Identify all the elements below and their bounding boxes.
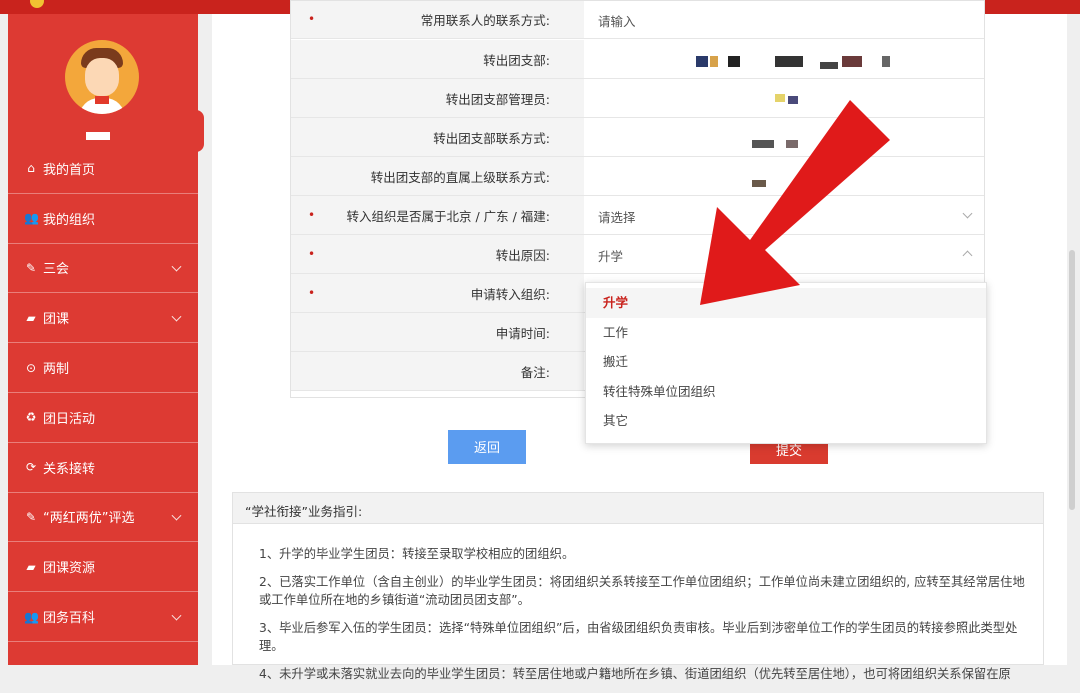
form-label: 转入组织是否属于北京 / 广东 / 福建: (346, 209, 550, 224)
form-label-cell: • 转入组织是否属于北京 / 广东 / 福建: (290, 196, 584, 234)
sidebar-item[interactable]: 👥 我的组织 (8, 194, 198, 244)
edit-icon: ✎ (25, 260, 37, 275)
dropdown-option[interactable]: 搬迁 (586, 347, 986, 377)
form-value-text: 请输入 (598, 14, 636, 29)
form-label: 备注: (520, 365, 550, 380)
sidebar-active-indicator (190, 110, 204, 152)
sidebar-item[interactable]: ⟳ 关系接转 (8, 443, 198, 493)
form-select[interactable]: 升学 (584, 235, 985, 273)
form-label-cell: 申请时间: (290, 313, 584, 351)
avatar[interactable] (65, 40, 139, 114)
refresh-icon: ⟳ (25, 460, 37, 475)
dropdown-option[interactable]: 工作 (586, 318, 986, 348)
form-label-cell: 转出团支部联系方式: (290, 118, 584, 156)
guide-item: 4、未升学或未落实就业去向的毕业学生团员：转至居住地或户籍地所在乡镇、街道团组织… (259, 667, 1011, 681)
form-row: • 转出原因: 升学 (290, 235, 985, 274)
sidebar-item[interactable]: ✎ “两红两优”评选 (8, 493, 198, 543)
sidebar-menu: ⌂ 我的首页 👥 我的组织 ✎ 三会 ▰ 团课 ⊙ 两制 ♻ 团日活动 ⟳ 关系接转 ✎ “两红两优”评选 ▰ 团… (8, 144, 198, 642)
form-label: 转出团支部管理员: (445, 92, 550, 107)
users-icon: 👥 (24, 211, 39, 226)
sidebar-item[interactable]: ♻ 团日活动 (8, 393, 198, 443)
form-row: 转出团支部的直属上级联系方式: (290, 157, 985, 196)
sidebar-item-label: 团务百科 (43, 611, 96, 627)
guide-body: 1、升学的毕业学生团员：转接至录取学校相应的团组织。 2、已落实工作单位（含自主创… (259, 545, 1029, 693)
sidebar-item-label: 团课资源 (43, 561, 96, 577)
form-label: 申请转入组织: (470, 287, 550, 302)
form-value-text: 请选择 (598, 210, 636, 225)
chevron-down-icon (171, 261, 182, 272)
sidebar-item-label: 我的首页 (43, 162, 96, 178)
logo-icon (30, 0, 44, 8)
chevron-down-icon (962, 208, 973, 219)
form-label-cell: 转出团支部管理员: (290, 79, 584, 117)
sidebar-item-label: 两制 (43, 362, 70, 378)
form-label-cell: 转出团支部: (290, 40, 584, 78)
sidebar-item[interactable]: ✎ 三会 (8, 244, 198, 294)
form-label: 转出团支部的直属上级联系方式: (370, 170, 550, 185)
guide-item: 1、升学的毕业学生团员：转接至录取学校相应的团组织。 (259, 547, 575, 561)
chevron-down-icon (171, 311, 182, 322)
sidebar-item-label: 三会 (43, 262, 70, 278)
recycle-icon: ♻ (25, 410, 37, 425)
form-value (584, 157, 985, 195)
guide-item: 2、已落实工作单位（含自主创业）的毕业学生团员：将团组织关系转接至工作单位团组织… (259, 575, 1025, 607)
form-label: 申请时间: (495, 326, 550, 341)
dropdown-option[interactable]: 转往特殊单位团组织 (586, 377, 986, 407)
form-label-cell: 备注: (290, 352, 584, 390)
chevron-down-icon (171, 510, 182, 521)
business-guide: “学社衔接”业务指引: 1、升学的毕业学生团员：转接至录取学校相应的团组织。 2、… (232, 492, 1044, 681)
chevron-up-icon (962, 250, 973, 261)
sidebar: ⌂ 我的首页 👥 我的组织 ✎ 三会 ▰ 团课 ⊙ 两制 ♻ 团日活动 ⟳ 关系接转 ✎ “两红两优”评选 ▰ 团… (8, 14, 198, 665)
sidebar-item[interactable]: ⊙ 两制 (8, 343, 198, 393)
guide-title: “学社衔接”业务指引: (245, 504, 363, 519)
required-marker: • (308, 286, 316, 300)
required-marker: • (308, 247, 316, 261)
guide-header: “学社衔接”业务指引: (233, 493, 1043, 524)
sidebar-item[interactable]: ▰ 团课资源 (8, 542, 198, 593)
form-row: 转出团支部管理员: (290, 79, 985, 118)
form-value[interactable]: 请输入 (584, 0, 985, 38)
scrollbar[interactable] (1069, 250, 1075, 510)
folder-icon: ▰ (26, 310, 36, 325)
form-value (584, 118, 985, 156)
form-label-cell: • 申请转入组织: (290, 274, 584, 312)
edit-icon: ✎ (25, 509, 37, 524)
required-marker: • (308, 12, 316, 26)
dropdown-option[interactable]: 升学 (586, 288, 986, 318)
form-label-cell: • 常用联系人的联系方式: (290, 0, 584, 38)
back-button[interactable]: 返回 (448, 430, 526, 464)
form-label: 转出团支部: (483, 53, 550, 68)
username-redacted (86, 132, 110, 140)
sidebar-item[interactable]: ▰ 团课 (8, 293, 198, 344)
dropdown-option[interactable]: 其它 (586, 406, 986, 436)
form-label: 转出原因: (495, 248, 550, 263)
form-value-text: 升学 (598, 249, 624, 264)
sidebar-item-label: 我的组织 (43, 212, 96, 228)
sidebar-item-label: 团课 (43, 312, 70, 328)
sidebar-item-label: 关系接转 (43, 461, 96, 477)
form-label-cell: 转出团支部的直属上级联系方式: (290, 157, 584, 195)
form-label-cell: • 转出原因: (290, 235, 584, 273)
form-row: • 常用联系人的联系方式: 请输入 (290, 0, 985, 39)
target-icon: ⊙ (25, 360, 37, 375)
form-row: 转出团支部联系方式: (290, 118, 985, 157)
form-row: • 转入组织是否属于北京 / 广东 / 福建: 请选择 (290, 196, 985, 235)
sidebar-item[interactable]: ⌂ 我的首页 (8, 144, 198, 194)
form-row: 转出团支部: (290, 40, 985, 79)
users-icon: 👥 (24, 609, 39, 624)
folder-icon: ▰ (26, 559, 36, 574)
chevron-down-icon (171, 610, 182, 621)
sidebar-item-label: 团日活动 (43, 411, 96, 427)
reason-dropdown: 升学 工作 搬迁 转往特殊单位团组织 其它 (585, 282, 987, 444)
home-icon: ⌂ (27, 161, 35, 176)
sidebar-item[interactable]: 👥 团务百科 (8, 592, 198, 642)
sidebar-item-label: “两红两优”评选 (43, 511, 135, 527)
form-label: 转出团支部联系方式: (433, 131, 550, 146)
form-label: 常用联系人的联系方式: (420, 13, 550, 28)
guide-item: 3、毕业后参军入伍的学生团员：选择“特殊单位团组织”后，由省级团组织负责审核。毕… (259, 621, 1018, 653)
required-marker: • (308, 208, 316, 222)
form-select[interactable]: 请选择 (584, 196, 985, 234)
